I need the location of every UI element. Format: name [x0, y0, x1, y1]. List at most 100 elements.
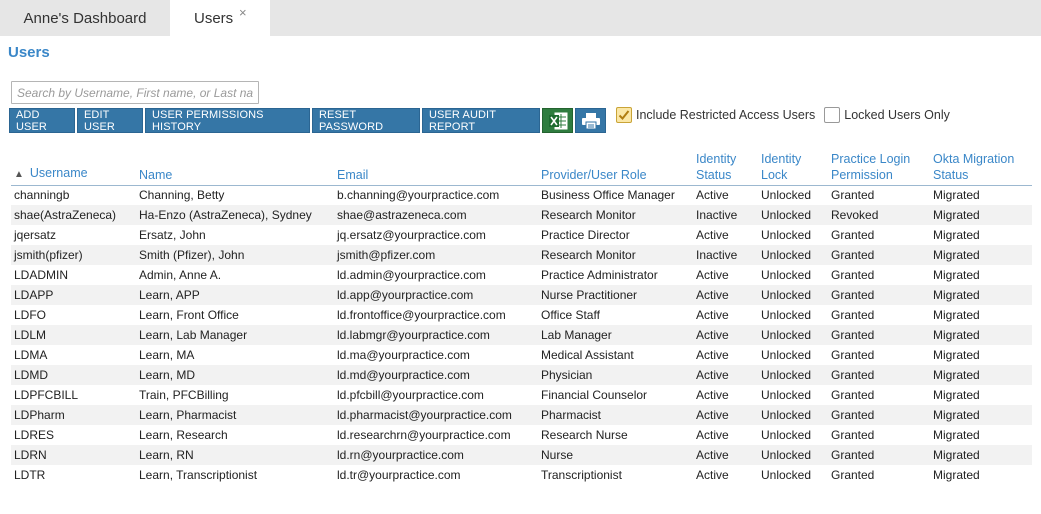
cell-username: LDRES — [14, 428, 55, 442]
column-header-email[interactable]: Email — [334, 147, 538, 186]
user-permissions-history-button[interactable]: USER PERMISSIONS HISTORY — [145, 108, 310, 133]
cell-okta-status: Migrated — [930, 325, 1032, 345]
cell-username: LDPharm — [11, 405, 136, 425]
cell-login-permission: Granted — [828, 365, 930, 385]
cell-name: Train, PFCBilling — [139, 388, 229, 402]
cell-login-permission: Revoked — [828, 205, 930, 225]
add-user-button[interactable]: ADD USER — [9, 108, 75, 133]
table-row[interactable]: LDRN Learn, RN ld.rn@yourpractice.com Nurse… — [11, 445, 1032, 465]
include-restricted-checkbox[interactable] — [616, 107, 632, 123]
column-header-identity-lock[interactable]: Identity Lock — [758, 147, 828, 186]
cell-identity-lock: Unlocked — [758, 445, 828, 465]
cell-role: Nurse — [538, 445, 693, 465]
cell-role: Research Nurse — [541, 428, 628, 442]
cell-identity-status: Inactive — [693, 205, 758, 225]
cell-name: Channing, Betty — [139, 188, 225, 203]
cell-email: jsmith@pfizer.com — [334, 245, 538, 265]
cell-identity-status: Active — [696, 188, 729, 203]
cell-role: Lab Manager — [538, 325, 693, 345]
close-icon[interactable]: × — [239, 5, 247, 20]
cell-login-permission: Granted — [831, 268, 875, 282]
cell-name: Ha-Enzo (AstraZeneca), Sydney — [136, 205, 334, 225]
cell-okta-status: Migrated — [930, 205, 1032, 225]
cell-identity-lock: Unlocked — [761, 268, 812, 282]
table-row[interactable]: LDMD Learn, MD ld.md@yourpractice.com Physi… — [11, 365, 1032, 385]
user-audit-report-button[interactable]: USER AUDIT REPORT — [422, 108, 540, 133]
column-header-name[interactable]: Name — [136, 147, 334, 186]
cell-login-permission: Granted — [831, 308, 875, 322]
cell-identity-lock: Unlocked — [758, 405, 828, 425]
cell-identity-lock: Unlocked — [761, 468, 812, 482]
cell-identity-status: Active — [693, 365, 758, 385]
cell-username: LDLM — [11, 325, 136, 345]
cell-name: Learn, MA — [139, 348, 195, 362]
table-row[interactable]: LDTR Learn, Transcriptionist ld.tr@yourpra… — [11, 465, 1032, 485]
column-header-okta-status[interactable]: Okta Migration Status — [930, 147, 1032, 186]
cell-email: shae@astrazeneca.com — [334, 205, 538, 225]
cell-okta-status: Migrated — [930, 365, 1032, 385]
cell-username: LDPFCBILL — [14, 388, 79, 402]
tab-annes-dashboard[interactable]: Anne's Dashboard — [0, 0, 170, 36]
excel-export-button[interactable] — [542, 108, 573, 133]
cell-email: ld.admin@yourpractice.com — [337, 268, 486, 282]
cell-email: ld.ma@yourpractice.com — [337, 348, 470, 362]
include-restricted-label: Include Restricted Access Users — [636, 108, 816, 122]
search-input[interactable] — [11, 81, 259, 104]
table-row[interactable]: LDRES Learn, Research ld.researchrn@yourpr… — [11, 425, 1032, 445]
cell-okta-status: Migrated — [933, 188, 980, 203]
column-header-identity-status[interactable]: Identity Status — [693, 147, 758, 186]
cell-email: jq.ersatz@yourpractice.com — [337, 228, 486, 242]
print-button[interactable] — [575, 108, 606, 133]
cell-login-permission: Granted — [831, 468, 875, 482]
cell-identity-lock: Unlocked — [761, 388, 812, 402]
cell-identity-lock: Unlocked — [761, 348, 812, 362]
cell-identity-status: Active — [696, 348, 729, 362]
reset-password-button[interactable]: RESET PASSWORD — [312, 108, 420, 133]
cell-okta-status: Migrated — [933, 348, 980, 362]
locked-only-checkbox[interactable] — [824, 107, 841, 123]
cell-okta-status: Migrated — [930, 245, 1032, 265]
table-row[interactable]: jqersatz Ersatz, John jq.ersatz@yourpracti… — [11, 225, 1032, 245]
table-row[interactable]: LDPharm Learn, Pharmacist ld.pharmacist@yo… — [11, 405, 1032, 425]
cell-username: LDMD — [11, 365, 136, 385]
cell-login-permission: Granted — [831, 388, 875, 402]
cell-identity-status: Inactive — [693, 245, 758, 265]
table-row[interactable]: jsmith(pfizer) Smith (Pfizer), John jsmith… — [11, 245, 1032, 265]
cell-login-permission: Granted — [828, 405, 930, 425]
toolbar: ADD USER EDIT USER USER PERMISSIONS HIST… — [9, 108, 606, 133]
cell-role: Practice Director — [541, 228, 630, 242]
tab-users[interactable]: Users × — [170, 0, 270, 36]
cell-role: Transcriptionist — [541, 468, 622, 482]
table-row[interactable]: LDAPP Learn, APP ld.app@yourpractice.com Nu… — [11, 285, 1032, 305]
table-row[interactable]: LDMA Learn, MA ld.ma@yourpractice.com Medic… — [11, 345, 1032, 365]
cell-identity-status: Active — [696, 228, 729, 242]
cell-email: ld.app@yourpractice.com — [334, 285, 538, 305]
cell-identity-lock: Unlocked — [758, 365, 828, 385]
cell-role: Financial Counselor — [541, 388, 648, 402]
cell-email: ld.md@yourpractice.com — [334, 365, 538, 385]
cell-role: Research Monitor — [538, 245, 693, 265]
column-header-role[interactable]: Provider/User Role — [538, 147, 693, 186]
cell-identity-lock: Unlocked — [758, 325, 828, 345]
cell-name: Learn, MD — [136, 365, 334, 385]
cell-email: ld.frontoffice@yourpractice.com — [337, 308, 506, 322]
edit-user-button[interactable]: EDIT USER — [77, 108, 143, 133]
cell-username: shae(AstraZeneca) — [11, 205, 136, 225]
table-row[interactable]: shae(AstraZeneca) Ha-Enzo (AstraZeneca), … — [11, 205, 1032, 225]
cell-okta-status: Migrated — [930, 285, 1032, 305]
table-row[interactable]: LDADMIN Admin, Anne A. ld.admin@yourpracti… — [11, 265, 1032, 285]
cell-okta-status: Migrated — [930, 445, 1032, 465]
table-row[interactable]: channingb Channing, Betty b.channing@yourp… — [11, 185, 1032, 205]
tab-label: Anne's Dashboard — [23, 9, 147, 27]
table-row[interactable]: LDLM Learn, Lab Manager ld.labmgr@yourprac… — [11, 325, 1032, 345]
table-row[interactable]: LDFO Learn, Front Office ld.frontoffice@yo… — [11, 305, 1032, 325]
table-row[interactable]: LDPFCBILL Train, PFCBilling ld.pfcbill@you… — [11, 385, 1032, 405]
cell-identity-lock: Unlocked — [761, 188, 812, 203]
cell-role: Research Monitor — [538, 205, 693, 225]
excel-export-icon — [548, 112, 567, 129]
column-header-username[interactable]: ▲ Username — [11, 147, 136, 186]
cell-okta-status: Migrated — [933, 268, 980, 282]
cell-username: LDRN — [11, 445, 136, 465]
column-header-login-permission[interactable]: Practice Login Permission — [828, 147, 930, 186]
cell-email: ld.tr@yourpractice.com — [337, 468, 461, 482]
